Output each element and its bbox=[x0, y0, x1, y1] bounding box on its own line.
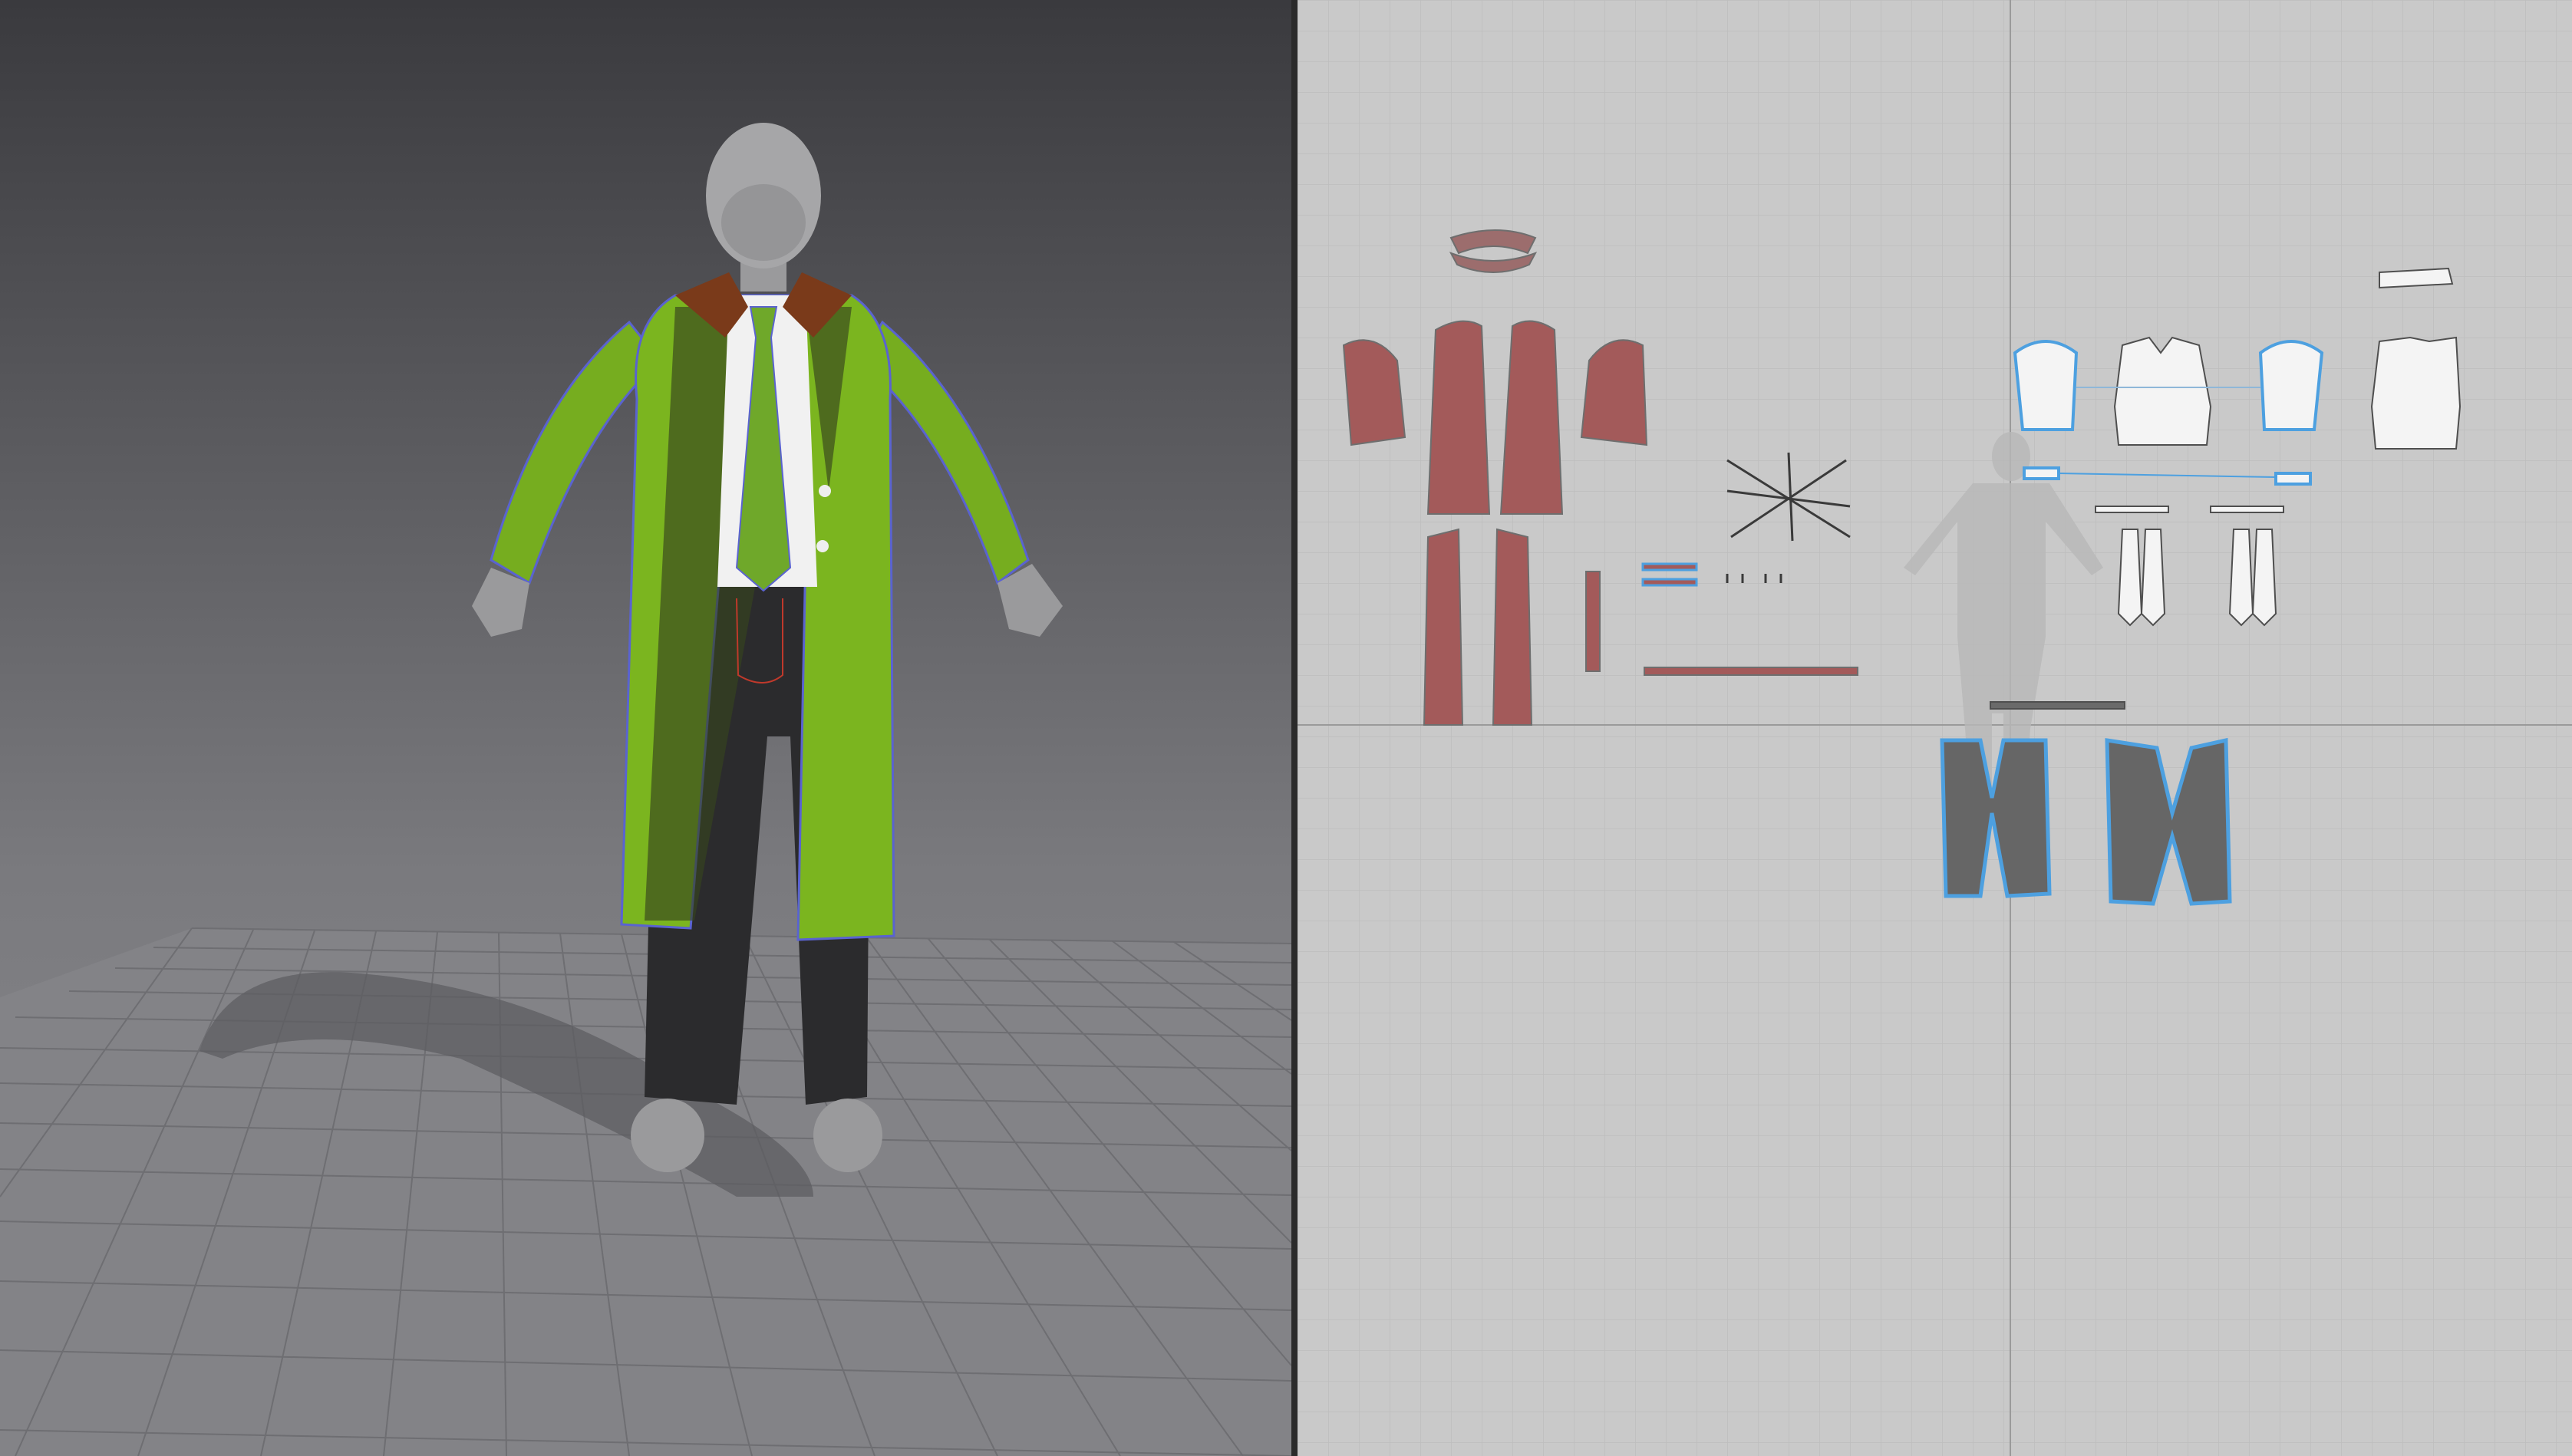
shirt-right-sleeve-piece bbox=[2258, 340, 2324, 431]
3d-viewport[interactable] bbox=[0, 0, 1291, 1456]
coat-back-left-piece bbox=[1423, 528, 1464, 726]
tie-blade-4 bbox=[2251, 529, 2277, 627]
tie-blade-2 bbox=[2140, 529, 2166, 627]
right-foot bbox=[813, 1099, 882, 1172]
head-shade bbox=[721, 184, 806, 261]
coat-front-left-piece bbox=[1426, 320, 1491, 515]
coat-belt-strip-1 bbox=[1641, 562, 1698, 572]
shirt-front-piece bbox=[2113, 336, 2212, 446]
garment-design-app bbox=[0, 0, 2572, 1456]
coat-button[interactable] bbox=[816, 540, 829, 552]
shirt-collar-piece bbox=[2379, 267, 2454, 289]
shirt-cuff-left bbox=[2023, 466, 2060, 480]
coat-button[interactable] bbox=[819, 485, 831, 497]
tie-neckband-2 bbox=[2210, 506, 2284, 513]
pattern-grid bbox=[1298, 0, 2572, 1456]
viewport-divider[interactable] bbox=[1291, 0, 1298, 1456]
coat-hem-strip bbox=[1644, 667, 1858, 676]
tie-blade-3 bbox=[2228, 529, 2254, 627]
left-foot bbox=[631, 1099, 704, 1172]
coat-belt-strip-2 bbox=[1641, 578, 1698, 587]
2d-pattern-window[interactable] bbox=[1298, 0, 2572, 1456]
shirt-cuff-right bbox=[2274, 472, 2312, 486]
shirt-back-piece bbox=[2370, 336, 2462, 450]
floor-grid bbox=[0, 927, 1291, 1456]
coat-vent-strip bbox=[1585, 571, 1601, 672]
shirt-left-sleeve-piece bbox=[2013, 340, 2079, 431]
pants-waistband-piece bbox=[1990, 701, 2125, 710]
tie-neckband-1 bbox=[2095, 506, 2169, 513]
tie-blade-1 bbox=[2117, 529, 2143, 627]
coat-back-right-piece bbox=[1492, 528, 1533, 726]
